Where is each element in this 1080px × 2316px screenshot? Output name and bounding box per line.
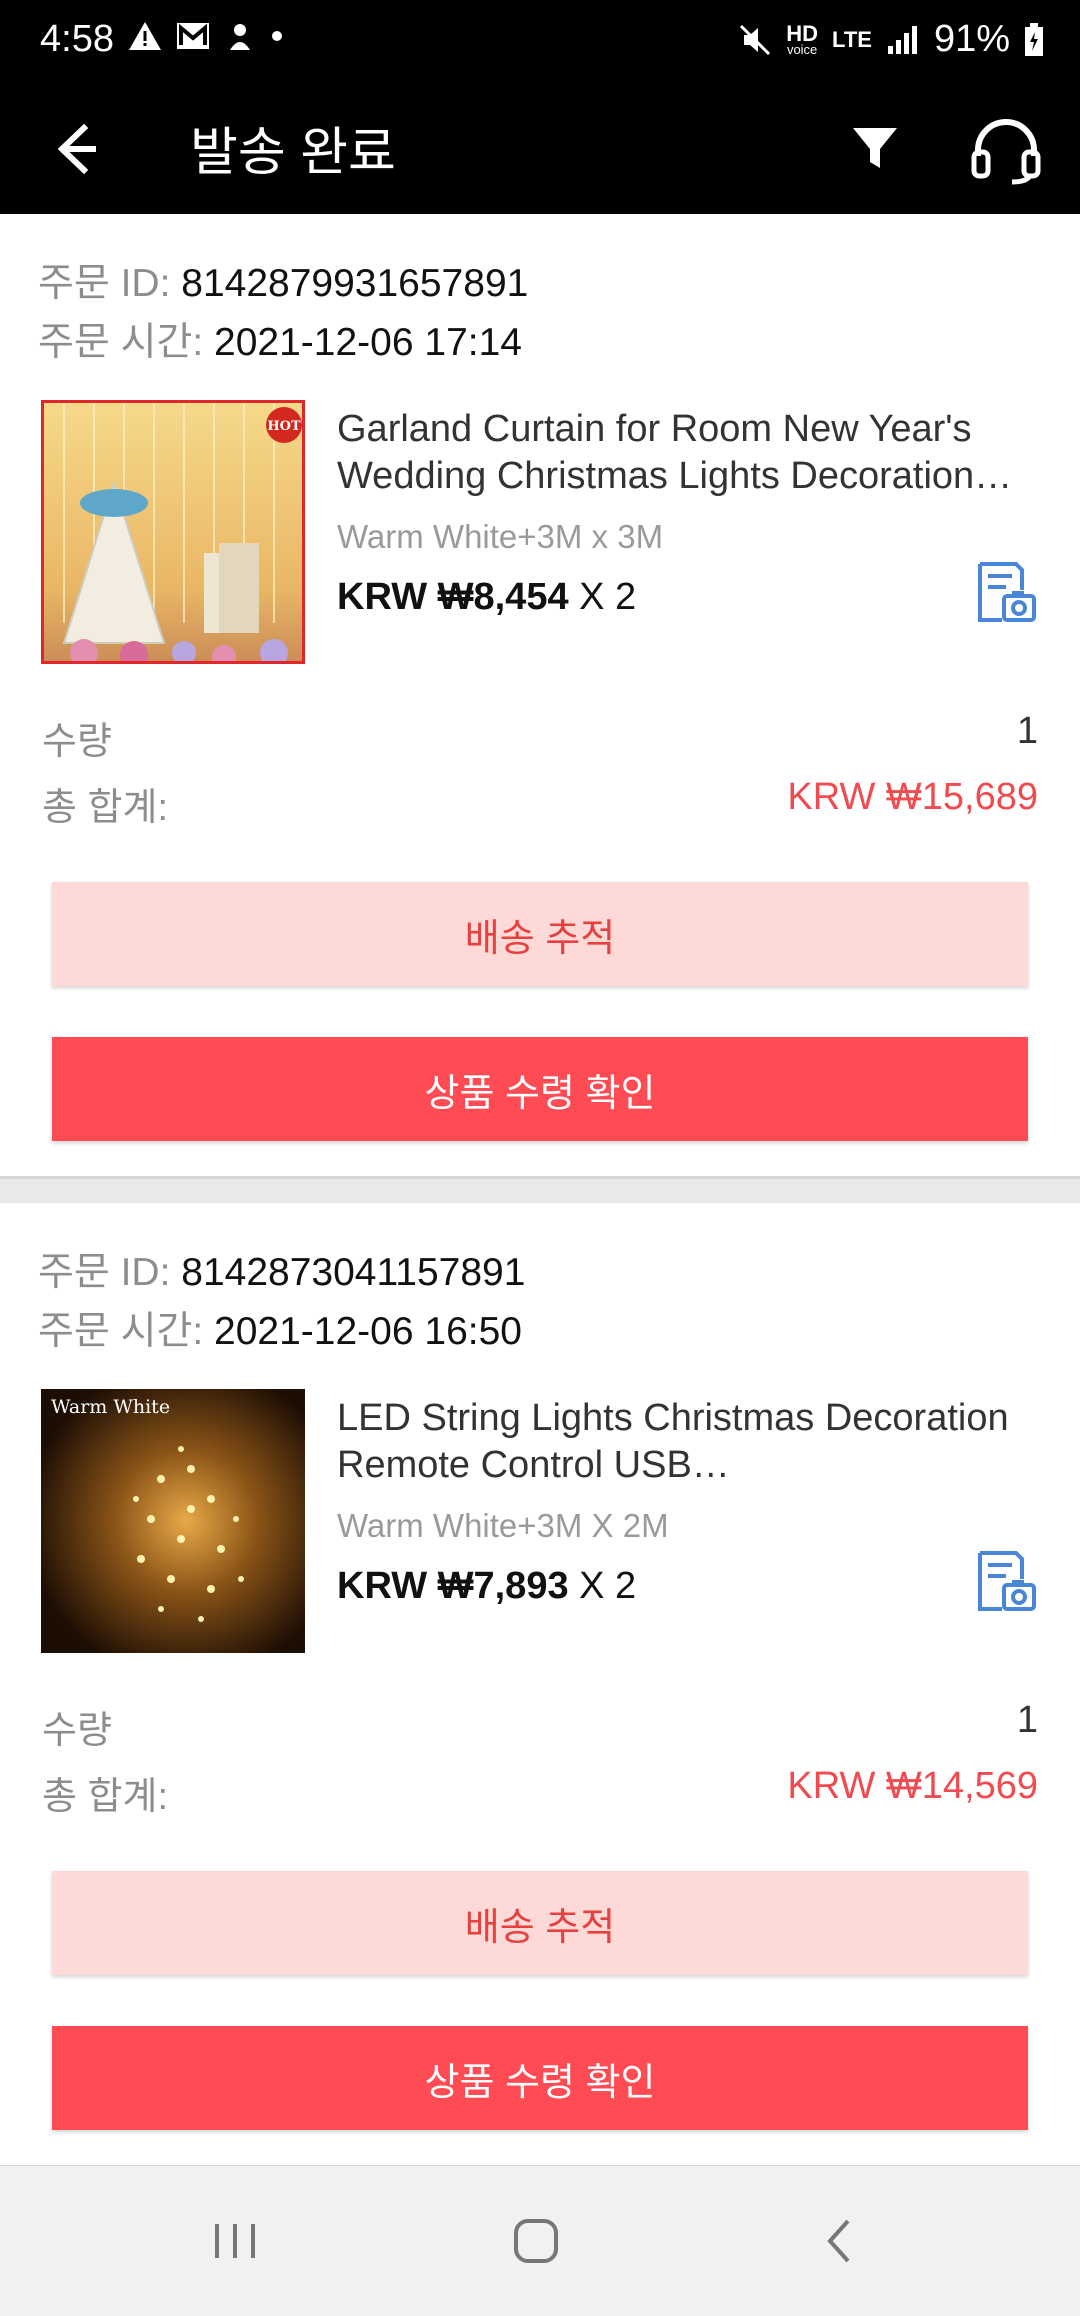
order-time-value: 2021-12-06 17:14 <box>214 321 522 364</box>
photo-review-icon <box>978 1551 1036 1611</box>
filter-icon <box>853 128 897 168</box>
status-time: 4:58 <box>40 18 114 60</box>
back-button[interactable] <box>40 114 110 184</box>
warm-white-label: Warm White <box>51 1396 170 1418</box>
page-title: 발송 완료 <box>190 124 396 182</box>
quantity-value: 1 <box>1016 710 1038 752</box>
recents-icon <box>215 2224 255 2258</box>
battery-percent: 91% <box>933 18 1010 60</box>
total-label: 총 합계: <box>42 1776 168 1818</box>
home-icon <box>514 2219 558 2263</box>
track-shipment-button[interactable]: 배송 추적 <box>52 882 1028 986</box>
product-thumbnail[interactable]: HOT <box>41 400 305 664</box>
app-bar: 발송 완료 <box>0 80 1080 214</box>
order-list: 주문 ID: 8142879931657891 주문 시간: 2021-12-0… <box>0 214 1080 2192</box>
filter-button[interactable] <box>840 112 910 182</box>
order-id-row: 주문 ID: 8142873041157891 <box>38 1241 525 1297</box>
product-quantity: X 2 <box>579 1565 637 1607</box>
order-id-label: 주문 ID: <box>38 1251 171 1294</box>
photo-review-button[interactable] <box>972 560 1038 626</box>
product-price: KRW ₩8,454 <box>337 576 569 618</box>
warning-icon <box>129 22 161 50</box>
mute-icon <box>740 24 771 55</box>
product-title[interactable]: LED String Lights Christmas Decoration R… <box>337 1395 1047 1489</box>
hot-badge: HOT <box>267 419 301 434</box>
recents-button[interactable] <box>195 2206 275 2276</box>
quantity-label: 수량 <box>42 721 112 763</box>
system-nav-bar <box>0 2166 1080 2316</box>
confirm-receipt-button[interactable]: 상품 수령 확인 <box>52 1037 1028 1141</box>
order-time-label: 주문 시간: <box>38 1310 204 1353</box>
hd-voice-indicator: HD voice <box>786 20 819 57</box>
gmail-icon <box>177 23 209 49</box>
product-price-row: KRW ₩7,893 X 2 <box>337 1565 636 1608</box>
confirm-receipt-button[interactable]: 상품 수령 확인 <box>52 2026 1028 2130</box>
product-quantity: X 2 <box>579 576 637 618</box>
product-variant: Warm White+3M X 2M <box>337 1507 669 1544</box>
total-label: 총 합계: <box>42 787 168 829</box>
quantity-label: 수량 <box>42 1710 112 1752</box>
photo-review-icon <box>978 562 1036 622</box>
order-id-value: 8142879931657891 <box>181 262 529 305</box>
photo-review-button[interactable] <box>972 1549 1038 1615</box>
product-price-row: KRW ₩8,454 X 2 <box>337 576 636 619</box>
customer-service-button[interactable] <box>966 110 1046 190</box>
product-thumbnail[interactable]: Warm White <box>41 1389 305 1653</box>
status-bar: 4:58 HD voice LTE 91% <box>0 0 1080 80</box>
headset-icon <box>971 119 1041 185</box>
nav-back-button[interactable] <box>800 2206 880 2276</box>
app-notification-icon <box>230 24 250 50</box>
order-time-value: 2021-12-06 16:50 <box>214 1310 522 1353</box>
curtain-lights-image: HOT <box>44 403 302 661</box>
quantity-value: 1 <box>1016 1699 1038 1741</box>
order-time-row: 주문 시간: 2021-12-06 16:50 <box>38 1300 522 1356</box>
order-card: 주문 ID: 8142879931657891 주문 시간: 2021-12-0… <box>0 214 1080 1179</box>
battery-icon <box>1025 22 1043 56</box>
product-variant: Warm White+3M x 3M <box>337 518 664 555</box>
lte-indicator: LTE <box>832 26 872 52</box>
order-card: 주문 ID: 8142873041157891 주문 시간: 2021-12-0… <box>0 1203 1080 2168</box>
back-arrow-icon <box>57 123 96 175</box>
product-price: KRW ₩7,893 <box>337 1565 569 1607</box>
total-value: KRW ₩14,569 <box>787 1765 1038 1807</box>
home-button[interactable] <box>496 2206 576 2276</box>
signal-icon <box>887 25 917 54</box>
track-shipment-button[interactable]: 배송 추적 <box>52 1871 1028 1975</box>
order-time-row: 주문 시간: 2021-12-06 17:14 <box>38 311 522 367</box>
order-id-label: 주문 ID: <box>38 262 171 305</box>
string-lights-image: Warm White <box>41 1389 305 1653</box>
order-time-label: 주문 시간: <box>38 321 204 364</box>
order-id-row: 주문 ID: 8142879931657891 <box>38 252 528 308</box>
total-value: KRW ₩15,689 <box>787 776 1038 818</box>
dot-icon <box>272 31 282 41</box>
back-icon <box>827 2219 850 2263</box>
order-id-value: 8142873041157891 <box>181 1251 526 1294</box>
product-title[interactable]: Garland Curtain for Room New Year's Wedd… <box>337 406 1047 500</box>
